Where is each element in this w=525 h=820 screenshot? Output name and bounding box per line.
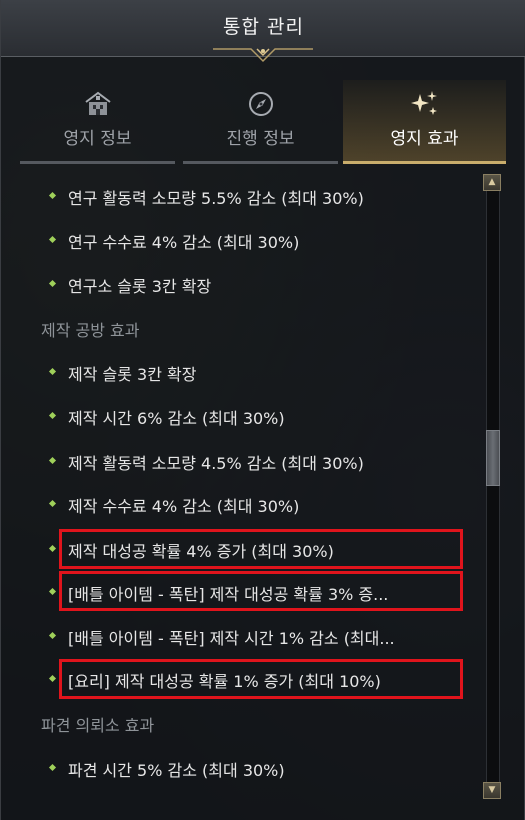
integrated-management-panel: 통합 관리 영지 정보 진행 정보 영지 효과 연구 활동력 소모량 5.5% … — [0, 0, 525, 820]
effect-text: [배틀 아이템 - 폭탄] 제작 시간 1% 감소 (최대... — [68, 629, 395, 648]
bullet-icon — [48, 499, 57, 508]
scroll-up-button[interactable]: ▲ — [483, 174, 501, 191]
effect-text: 제작 슬롯 3칸 확장 — [68, 365, 197, 384]
tab-bar: 영지 정보 진행 정보 영지 효과 — [16, 80, 506, 164]
tab-label: 영지 정보 — [63, 129, 132, 149]
tab-label: 영지 효과 — [390, 129, 459, 149]
list-item: 연구 활동력 소모량 5.5% 감소 (최대 30%) — [1, 177, 479, 217]
bullet-icon — [48, 279, 57, 288]
bullet-icon — [48, 456, 57, 465]
scrollbar[interactable]: ▲ ▼ — [482, 172, 504, 802]
bullet-icon — [48, 191, 57, 200]
effect-text: 연구소 슬롯 3칸 확장 — [68, 277, 212, 296]
sparkle-icon — [410, 91, 437, 115]
tab-territory-info[interactable]: 영지 정보 — [16, 80, 179, 164]
bullet-icon — [48, 631, 57, 640]
highlight-box — [59, 571, 463, 611]
bullet-icon — [48, 674, 57, 683]
list-item: 연구소 슬롯 3칸 확장 — [1, 265, 479, 305]
list-item: 연구 수수료 4% 감소 (최대 30%) — [1, 221, 479, 261]
list-item: 제작 시간 6% 감소 (최대 30%) — [1, 397, 479, 437]
effect-text: 파견 시간 5% 감소 (최대 30%) — [68, 761, 285, 780]
house-icon — [84, 91, 111, 115]
scrollbar-track[interactable] — [486, 190, 500, 784]
section-title-workshop: 제작 공방 효과 — [41, 321, 140, 340]
tab-underline — [20, 161, 175, 164]
list-item: [배틀 아이템 - 폭탄] 제작 시간 1% 감소 (최대... — [1, 617, 479, 657]
bullet-icon — [48, 411, 57, 420]
tab-progress-info[interactable]: 진행 정보 — [179, 80, 342, 164]
bullet-icon — [48, 763, 57, 772]
list-item: 제작 활동력 소모량 4.5% 감소 (최대 30%) — [1, 442, 479, 482]
section-title-dispatch: 파견 의뢰소 효과 — [41, 716, 155, 735]
bullet-icon — [48, 367, 57, 376]
effect-text: 연구 활동력 소모량 5.5% 감소 (최대 30%) — [68, 189, 364, 208]
compass-icon — [248, 92, 273, 116]
bullet-icon — [48, 544, 57, 553]
effect-text: 제작 활동력 소모량 4.5% 감소 (최대 30%) — [68, 454, 364, 473]
title-ornament-icon — [213, 48, 313, 63]
tab-underline — [183, 161, 338, 164]
scrollbar-thumb[interactable] — [486, 430, 500, 486]
highlight-box — [59, 659, 463, 699]
list-item: 파견 시간 5% 감소 (최대 30%) — [1, 749, 479, 789]
scroll-down-button[interactable]: ▼ — [483, 782, 501, 799]
tab-underline-active — [343, 161, 506, 164]
effect-text: 연구 수수료 4% 감소 (최대 30%) — [68, 233, 300, 252]
list-item: 제작 수수료 4% 감소 (최대 30%) — [1, 485, 479, 525]
effect-text: 제작 수수료 4% 감소 (최대 30%) — [68, 497, 300, 516]
bullet-icon — [48, 235, 57, 244]
bullet-icon — [48, 587, 57, 596]
effect-text: 제작 시간 6% 감소 (최대 30%) — [68, 409, 285, 428]
highlight-box — [59, 529, 463, 569]
tab-label: 진행 정보 — [226, 129, 295, 149]
list-item: 제작 슬롯 3칸 확장 — [1, 353, 479, 393]
effects-list[interactable]: 연구 활동력 소모량 5.5% 감소 (최대 30%) 연구 수수료 4% 감소… — [1, 170, 479, 820]
window-title: 통합 관리 — [223, 16, 304, 38]
tab-territory-effects[interactable]: 영지 효과 — [343, 80, 506, 164]
